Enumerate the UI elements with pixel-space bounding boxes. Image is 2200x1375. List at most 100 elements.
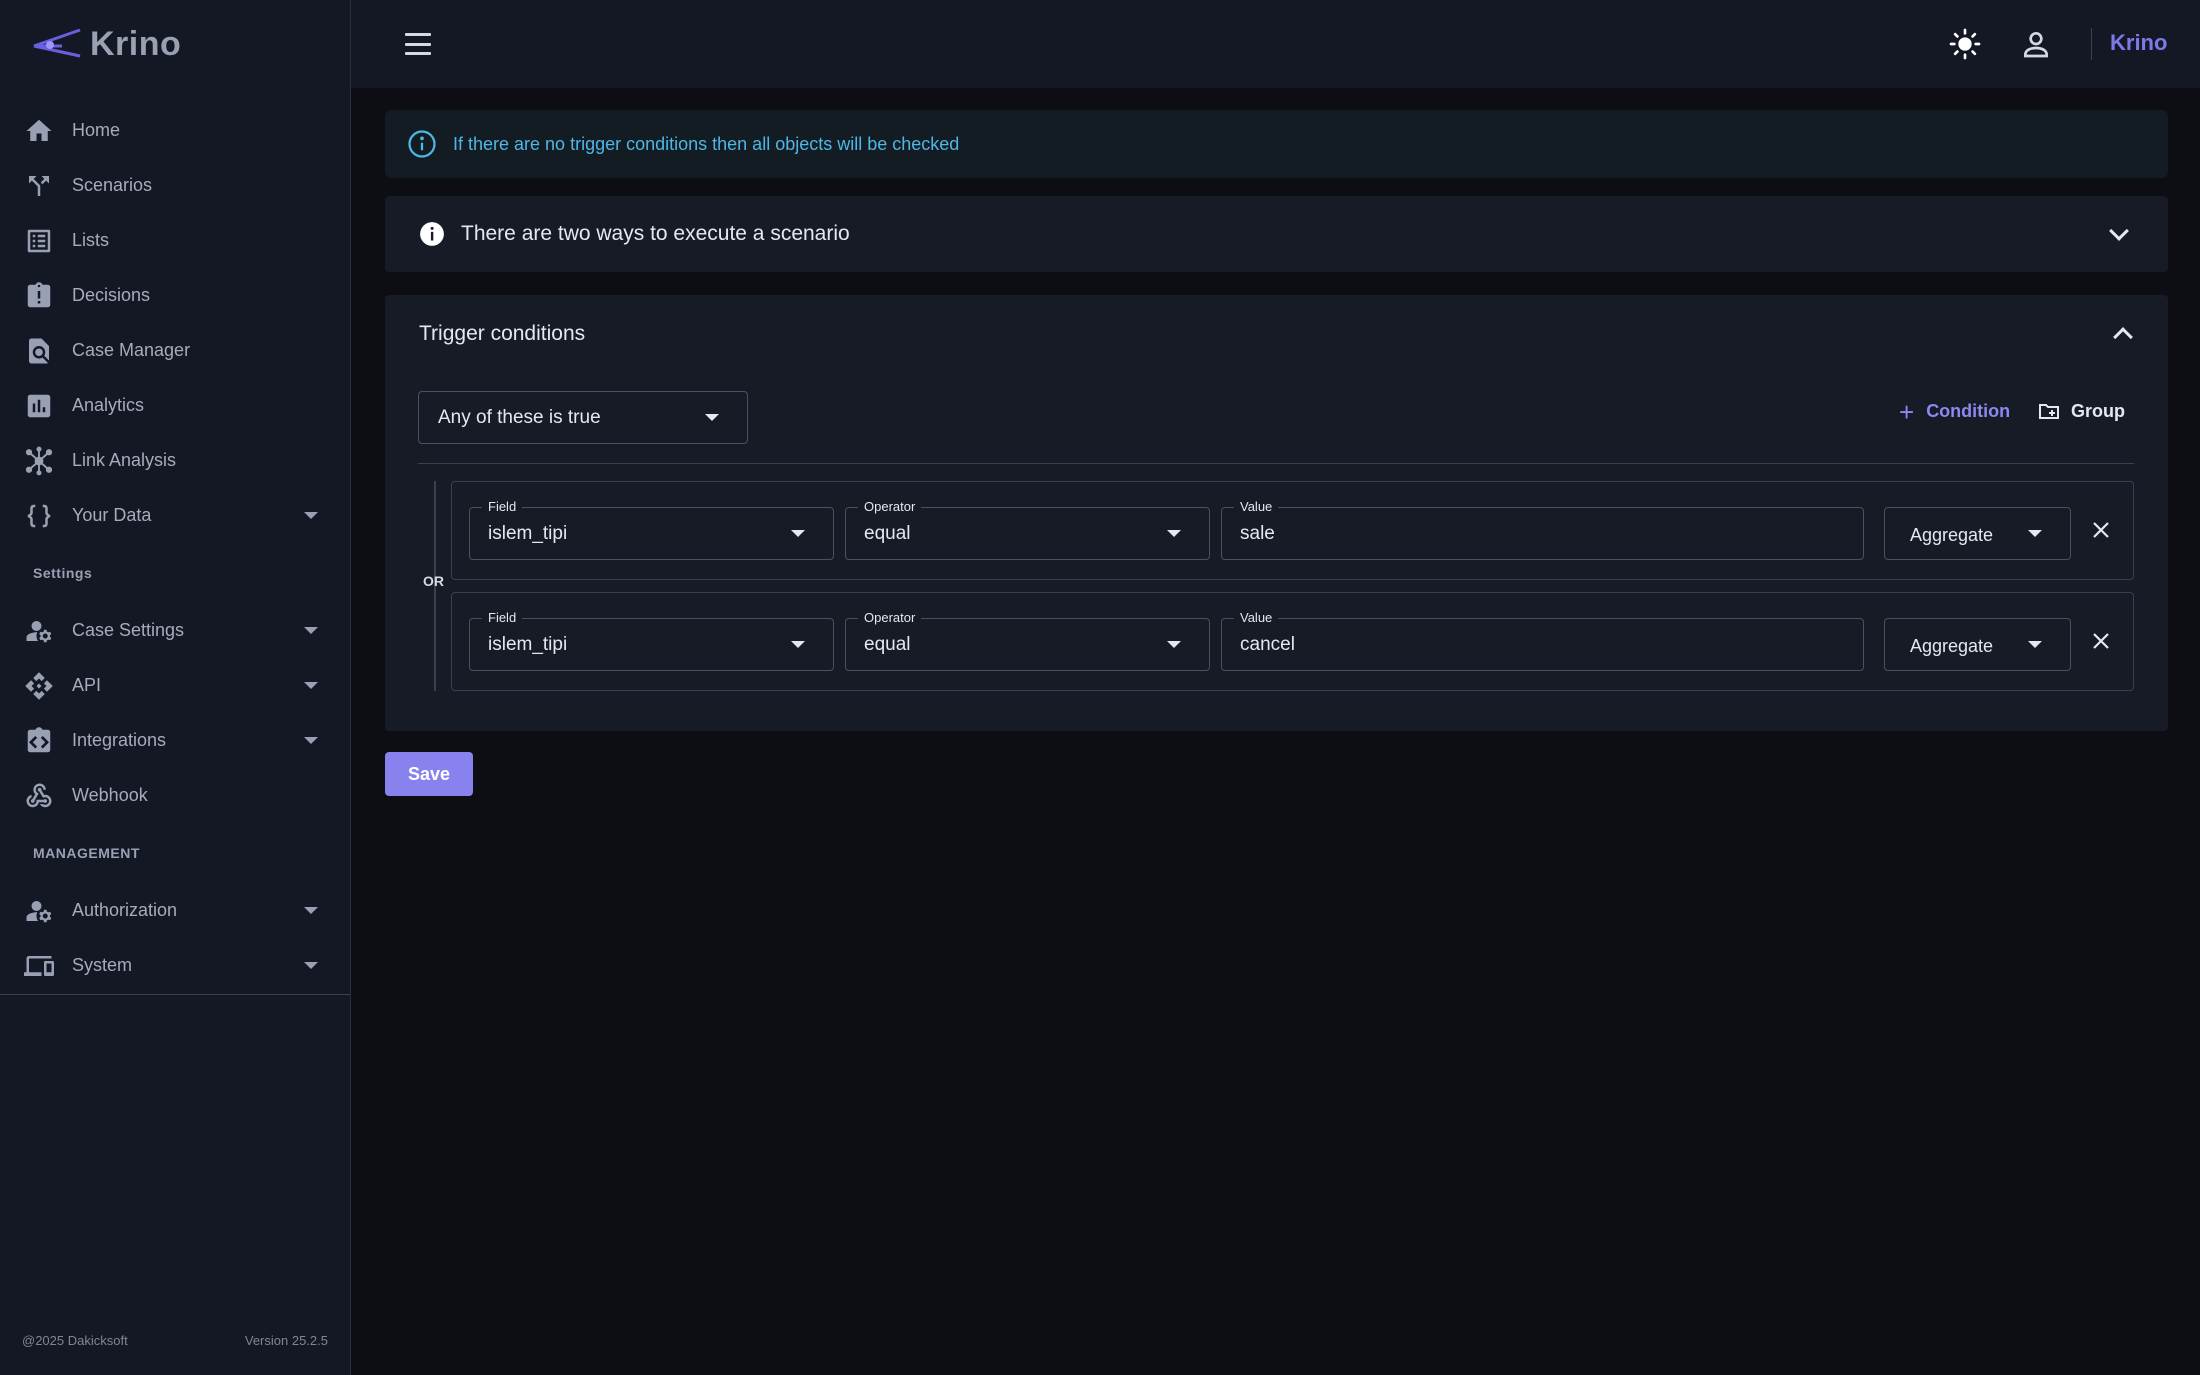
aggregate-label: Aggregate (1910, 636, 1994, 656)
value-input[interactable]: Value cancel (1221, 610, 1864, 671)
value-label: Value (1234, 610, 1279, 625)
sidebar-item-system[interactable]: System (0, 938, 350, 993)
dropdown-arrow-icon (791, 530, 805, 537)
sidebar-item-label: Decisions (72, 285, 151, 305)
sidebar-item-label: Scenarios (72, 175, 153, 195)
aggregate-select[interactable]: Aggregate (1884, 507, 2071, 560)
chevron-down-icon (304, 907, 318, 914)
value-text: cancel (1240, 634, 1295, 655)
user-icon[interactable] (2016, 24, 2056, 64)
devices-icon (24, 951, 54, 981)
field-select[interactable]: Field islem_tipi (469, 499, 834, 560)
add-condition-label: Condition (1926, 401, 2011, 421)
field-label: Field (482, 610, 523, 625)
info-banner: If there are no trigger conditions then … (385, 110, 2168, 178)
sidebar-item-label: Home (72, 120, 121, 140)
user-gear-icon (24, 896, 54, 926)
field-label: Field (482, 499, 523, 514)
sidebar-item-api[interactable]: API (0, 658, 350, 713)
user-gear-icon (24, 616, 54, 646)
operator-value: equal (864, 523, 911, 544)
sidebar: Krino Home Scenarios Lists Decisions Cas… (0, 0, 351, 1375)
sidebar-item-label: Authorization (72, 900, 178, 920)
list-icon (24, 226, 54, 256)
execution-ways-accordion[interactable]: There are two ways to execute a scenario (385, 196, 2168, 272)
value-input[interactable]: Value sale (1221, 499, 1864, 560)
management-section-title: MANAGEMENT (33, 845, 140, 861)
footer-copyright: @2025 Dakicksoft (22, 1333, 128, 1348)
sidebar-divider (0, 994, 350, 995)
sidebar-item-your-data[interactable]: Your Data (0, 488, 350, 543)
sidebar-item-label: Link Analysis (72, 450, 177, 470)
value-text: sale (1240, 523, 1275, 544)
chevron-down-icon (304, 737, 318, 744)
sidebar-nav: Home Scenarios Lists Decisions Case Mana… (0, 103, 350, 993)
close-icon[interactable] (2089, 629, 2113, 653)
field-select[interactable]: Field islem_tipi (469, 610, 834, 671)
home-icon (24, 116, 54, 146)
chevron-down-icon (304, 682, 318, 689)
sidebar-item-home[interactable]: Home (0, 103, 350, 158)
sidebar-item-link-analysis[interactable]: Link Analysis (0, 433, 350, 488)
sidebar-item-decisions[interactable]: Decisions (0, 268, 350, 323)
sidebar-item-integrations[interactable]: Integrations (0, 713, 350, 768)
save-button[interactable]: Save (385, 752, 473, 796)
integrations-icon (24, 726, 54, 756)
sidebar-item-webhook[interactable]: Webhook (0, 768, 350, 823)
info-filled-icon (420, 222, 444, 246)
dropdown-arrow-icon (2028, 641, 2042, 648)
clipboard-alert-icon (24, 281, 54, 311)
sidebar-item-label: Webhook (72, 785, 148, 805)
info-icon (408, 130, 436, 158)
sidebar-item-label: System (72, 955, 133, 975)
bar-chart-icon (24, 391, 54, 421)
sidebar-item-label: API (72, 675, 102, 695)
operator-select[interactable]: Operator equal (845, 499, 1210, 560)
sidebar-item-case-manager[interactable]: Case Manager (0, 323, 350, 378)
add-group-button[interactable]: Group (2037, 399, 2125, 423)
match-mode-value: Any of these is true (438, 406, 601, 428)
folder-add-icon (2039, 404, 2059, 419)
logo-text: Krino (90, 24, 182, 63)
braces-icon (24, 501, 54, 531)
sidebar-item-case-settings[interactable]: Case Settings (0, 603, 350, 658)
add-group-label: Group (2071, 400, 2125, 421)
sidebar-item-scenarios[interactable]: Scenarios (0, 158, 350, 213)
sidebar-item-label: Integrations (72, 730, 167, 750)
add-condition-button[interactable]: + Condition (1899, 396, 2011, 427)
chevron-down-icon (304, 512, 318, 519)
fork-icon (24, 171, 54, 201)
search-document-icon (24, 336, 54, 366)
menu-icon[interactable] (403, 30, 433, 58)
api-icon (24, 671, 54, 701)
dropdown-arrow-icon (2028, 530, 2042, 537)
webhook-icon (24, 781, 54, 811)
operator-value: equal (864, 634, 911, 655)
dropdown-arrow-icon (1167, 641, 1181, 648)
settings-section-title: Settings (33, 565, 93, 581)
logo[interactable]: Krino (32, 20, 181, 68)
field-value: islem_tipi (488, 634, 568, 655)
sun-icon[interactable] (1945, 24, 1985, 64)
aggregate-label: Aggregate (1910, 525, 1994, 545)
trigger-conditions-panel: Trigger conditions Any of these is true … (385, 295, 2168, 731)
sidebar-item-label: Case Settings (72, 620, 185, 640)
chevron-down-icon (304, 962, 318, 969)
sidebar-item-analytics[interactable]: Analytics (0, 378, 350, 433)
panel-title: Trigger conditions (419, 322, 586, 345)
aggregate-select[interactable]: Aggregate (1884, 618, 2071, 671)
value-label: Value (1234, 499, 1279, 514)
hub-icon (24, 446, 54, 476)
plus-icon: + (1899, 396, 1915, 427)
match-mode-select[interactable]: Any of these is true (418, 391, 748, 444)
operator-label: Operator (858, 499, 922, 514)
krino-logo-icon (33, 28, 81, 58)
brand-link[interactable]: Krino (2110, 30, 2167, 56)
sidebar-item-lists[interactable]: Lists (0, 213, 350, 268)
close-icon[interactable] (2089, 518, 2113, 542)
sidebar-item-authorization[interactable]: Authorization (0, 883, 350, 938)
operator-select[interactable]: Operator equal (845, 610, 1210, 671)
chevron-up-icon[interactable] (2113, 327, 2133, 347)
topbar-separator (2091, 28, 2092, 60)
sidebar-item-label: Case Manager (72, 340, 191, 360)
